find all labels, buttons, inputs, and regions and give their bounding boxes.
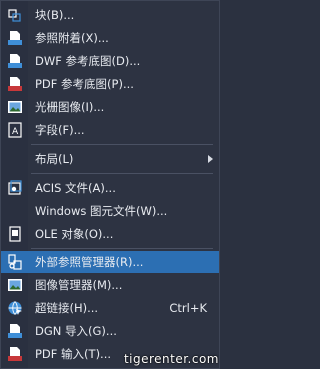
menu-item-label: 块(B)...: [35, 8, 75, 22]
menu-item-layout[interactable]: 布局(L): [1, 148, 219, 170]
hyperlink-icon: [7, 300, 23, 316]
menu-item-label: PDF 参考底图(P)...: [35, 77, 134, 91]
acis-icon: [7, 180, 23, 196]
pdf-import-icon: [7, 346, 23, 362]
menu-item-label: PDF 输入(T)...: [35, 347, 112, 361]
menu-item-dgn-import[interactable]: DGN 导入(G)...: [1, 320, 219, 342]
menu-item-dwf-underlay[interactable]: DWF 参考底图(D)...: [1, 50, 219, 72]
shortcut-label: Ctrl+K: [169, 301, 207, 315]
menu-item-label: 外部参照管理器(R)...: [35, 255, 144, 269]
raster-image-icon: [7, 99, 23, 115]
menu-item-field[interactable]: A 字段(F)...: [1, 119, 219, 141]
dwf-underlay-icon: [7, 53, 23, 69]
svg-text:A: A: [12, 127, 19, 137]
field-icon: A: [7, 122, 23, 138]
menu-item-label: DWF 参考底图(D)...: [35, 54, 141, 68]
watermark: tigerenter.com: [123, 352, 219, 366]
menu-item-label: 图像管理器(M)...: [35, 278, 123, 292]
menu-item-hyperlink[interactable]: 超链接(H)... Ctrl+K: [1, 297, 219, 319]
menu-item-ole-object[interactable]: OLE 对象(O)...: [1, 223, 219, 245]
menu-item-label: ACIS 文件(A)...: [35, 181, 116, 195]
menu-item-block[interactable]: 块(B)...: [1, 4, 219, 26]
menu-item-label: Windows 图元文件(W)...: [35, 204, 168, 218]
submenu-arrow-icon: [208, 155, 213, 163]
menu-item-windows-metafile[interactable]: Windows 图元文件(W)...: [1, 200, 219, 222]
insert-menu: 块(B)... 参照附着(X)... DWF 参考底图(D)... PDF 参考…: [0, 0, 220, 369]
menu-item-image-manager[interactable]: 图像管理器(M)...: [1, 274, 219, 296]
dgn-import-icon: [7, 323, 23, 339]
menu-separator: [31, 173, 213, 174]
menu-item-label: 布局(L): [35, 152, 74, 166]
xref-manager-icon: [7, 254, 23, 270]
pdf-underlay-icon: [7, 76, 23, 92]
dwg-attach-icon: [7, 30, 23, 46]
menu-item-label: 超链接(H)...: [35, 301, 99, 315]
menu-item-label: DGN 导入(G)...: [35, 324, 117, 338]
block-icon: [7, 7, 23, 23]
ole-object-icon: [7, 226, 23, 242]
image-manager-icon: [7, 277, 23, 293]
menu-separator: [31, 144, 213, 145]
menu-item-acis-file[interactable]: ACIS 文件(A)...: [1, 177, 219, 199]
menu-item-xref-manager[interactable]: 外部参照管理器(R)...: [1, 251, 219, 273]
menu-item-xref-attach[interactable]: 参照附着(X)...: [1, 27, 219, 49]
menu-item-label: 参照附着(X)...: [35, 31, 109, 45]
menu-item-label: 字段(F)...: [35, 123, 85, 137]
menu-item-label: 光栅图像(I)...: [35, 100, 105, 114]
menu-item-label: OLE 对象(O)...: [35, 227, 114, 241]
menu-item-raster-image[interactable]: 光栅图像(I)...: [1, 96, 219, 118]
menu-separator: [31, 248, 213, 249]
menu-item-pdf-underlay[interactable]: PDF 参考底图(P)...: [1, 73, 219, 95]
